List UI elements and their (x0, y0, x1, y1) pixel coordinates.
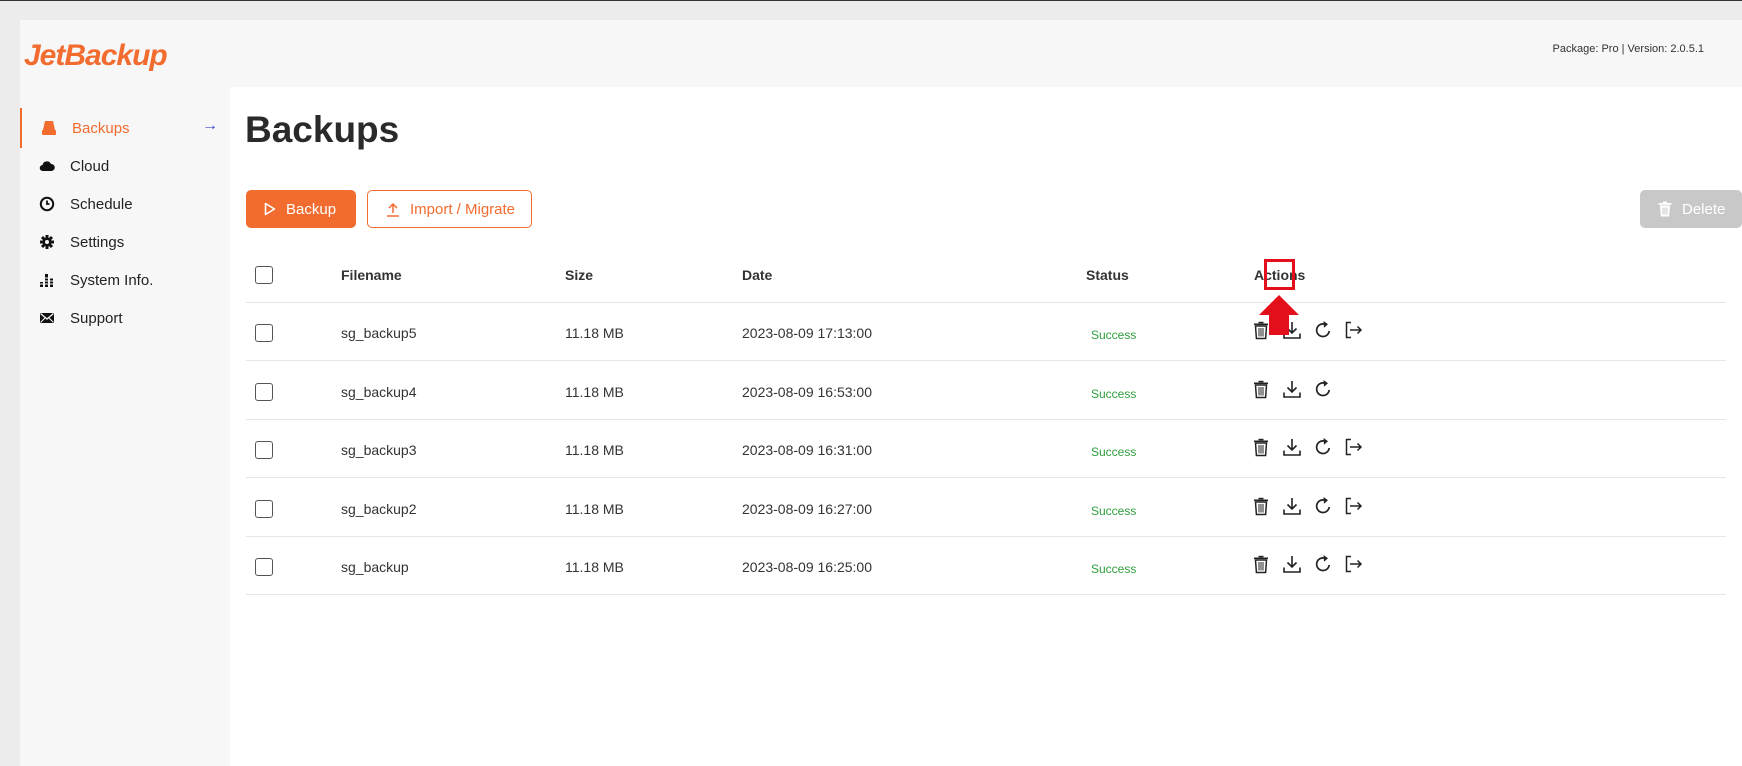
status-badge: Success (1091, 386, 1137, 401)
row-checkbox[interactable] (255, 382, 273, 401)
size-cell: 11.18 MB (565, 325, 624, 341)
row-checkbox[interactable] (255, 558, 273, 576)
upload-icon (387, 202, 399, 217)
sidebar-item-label: Settings (70, 233, 125, 251)
column-size: Size (565, 267, 594, 283)
status-badge: Success (1091, 562, 1137, 576)
restore-icon[interactable] (1313, 496, 1335, 518)
import-migrate-button[interactable]: Import / Migrate (367, 190, 532, 228)
gear-icon (40, 235, 54, 249)
size-cell: 11.18 MB (565, 500, 624, 517)
row-checkbox[interactable] (255, 499, 273, 518)
download-icon[interactable] (1282, 496, 1304, 518)
status-badge: Success (1091, 445, 1137, 459)
backup-button-label: Backup (286, 200, 337, 218)
sidebar-item-label: Cloud (70, 157, 110, 175)
filename-cell: sg_backup3 (341, 442, 417, 458)
size-cell: 11.18 MB (565, 383, 624, 400)
trash-icon[interactable] (1251, 437, 1273, 459)
filename-cell: sg_backup (341, 559, 409, 575)
import-migrate-button-label: Import / Migrate (410, 200, 516, 218)
window-top-border (0, 0, 1742, 1)
date-cell: 2023-08-09 17:13:00 (742, 325, 872, 341)
restore-icon[interactable] (1313, 379, 1335, 401)
migrate-icon[interactable] (1344, 437, 1366, 459)
date-cell: 2023-08-09 16:53:00 (742, 383, 872, 400)
table-row: sg_backup3 11.18 MB 2023-08-09 16:31:00 Suc… (246, 419, 1726, 478)
sidebar: Backups → Cloud Schedule Settings System… (20, 87, 230, 766)
column-actions: Actions (1254, 267, 1306, 283)
clock-icon (39, 196, 55, 212)
jetbackup-logo: JetBackup (24, 39, 168, 72)
sidebar-item-label: Support (70, 309, 123, 327)
size-cell: 11.18 MB (565, 442, 624, 458)
cloud-icon (39, 161, 55, 172)
filename-cell: sg_backup2 (341, 500, 417, 517)
package-version-info: Package: Pro | Version: 2.0.5.1 (1552, 43, 1704, 55)
trash-icon (1658, 201, 1672, 217)
table-row: sg_backup 11.18 MB 2023-08-09 16:25:00 Succ… (246, 536, 1726, 595)
restore-icon[interactable] (1313, 320, 1335, 342)
date-cell: 2023-08-09 16:31:00 (742, 442, 872, 458)
backup-button[interactable]: Backup (246, 190, 356, 228)
select-all-checkbox[interactable] (255, 266, 273, 284)
bars-icon (39, 274, 55, 287)
size-cell: 11.18 MB (565, 559, 624, 575)
table-header: Filename Size Date Status Actions (246, 249, 1726, 303)
sidebar-item-cloud[interactable]: Cloud (20, 146, 230, 186)
migrate-icon[interactable] (1344, 496, 1366, 518)
sidebar-item-label: Schedule (70, 195, 133, 213)
drive-icon (42, 121, 56, 135)
download-icon[interactable] (1282, 379, 1304, 401)
logo-text: JetBackup (24, 39, 167, 72)
up-arrow-indicator-icon (1259, 295, 1299, 335)
status-badge: Success (1091, 328, 1137, 342)
sidebar-item-label: Backups (72, 119, 130, 137)
status-badge: Success (1091, 503, 1137, 518)
trash-icon[interactable] (1251, 496, 1273, 518)
table-row: sg_backup4 11.18 MB 2023-08-09 16:53:00 Suc… (246, 361, 1726, 420)
sidebar-item-schedule[interactable]: Schedule (20, 184, 230, 224)
filename-cell: sg_backup4 (341, 383, 417, 400)
page-title: Backups (245, 109, 400, 150)
sidebar-item-settings[interactable]: Settings (20, 222, 230, 262)
envelope-icon (40, 313, 54, 323)
delete-button-label: Delete (1682, 200, 1726, 218)
download-icon[interactable] (1282, 554, 1304, 576)
header: JetBackup Package: Pro | Version: 2.0.5.… (20, 20, 1742, 87)
trash-icon[interactable] (1251, 379, 1273, 401)
row-checkbox[interactable] (255, 441, 273, 459)
filename-cell: sg_backup5 (341, 325, 417, 341)
migrate-icon[interactable] (1344, 554, 1366, 576)
column-filename: Filename (341, 267, 402, 283)
trash-icon[interactable] (1251, 554, 1273, 576)
column-date: Date (742, 267, 773, 283)
date-cell: 2023-08-09 16:25:00 (742, 559, 872, 575)
sidebar-item-label: System Info. (70, 271, 154, 289)
play-icon (264, 202, 276, 216)
sidebar-item-system-info[interactable]: System Info. (20, 260, 230, 300)
date-cell: 2023-08-09 16:27:00 (742, 500, 872, 517)
app-container: JetBackup Package: Pro | Version: 2.0.5.… (20, 20, 1742, 766)
sidebar-item-backups[interactable]: Backups → (20, 108, 232, 148)
column-status: Status (1086, 267, 1129, 283)
restore-icon[interactable] (1313, 437, 1335, 459)
sidebar-item-support[interactable]: Support (20, 298, 230, 338)
row-checkbox[interactable] (255, 324, 273, 342)
download-icon[interactable] (1282, 437, 1304, 459)
main-content: Backups Backup Import / Migrate Delete F… (230, 87, 1742, 766)
delete-button[interactable]: Delete (1640, 190, 1742, 228)
table-row: sg_backup2 11.18 MB 2023-08-09 16:27:00 Suc… (246, 478, 1726, 537)
restore-icon[interactable] (1313, 554, 1335, 576)
migrate-icon[interactable] (1344, 320, 1366, 342)
active-arrow-icon: → (202, 117, 218, 134)
table-row: sg_backup5 11.18 MB 2023-08-09 17:13:00 Suc… (246, 302, 1726, 361)
